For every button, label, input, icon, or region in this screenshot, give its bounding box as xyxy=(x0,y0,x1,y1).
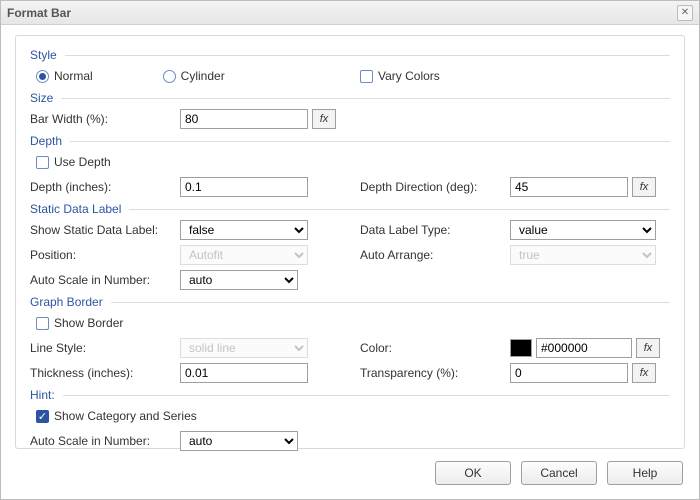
border-color-label: Color: xyxy=(360,341,510,355)
use-depth-checkbox[interactable]: Use Depth xyxy=(30,155,111,169)
thickness-input[interactable] xyxy=(180,363,308,383)
auto-arrange-label: Auto Arrange: xyxy=(360,248,510,262)
show-border-checkbox[interactable]: Show Border xyxy=(30,316,123,330)
color-swatch[interactable] xyxy=(510,339,532,357)
transparency-label: Transparency (%): xyxy=(360,366,510,380)
checkbox-icon xyxy=(36,156,49,169)
window-title: Format Bar xyxy=(7,6,71,20)
transparency-input[interactable] xyxy=(510,363,628,383)
checkbox-icon xyxy=(360,70,373,83)
dialog-footer: OK Cancel Help xyxy=(1,455,699,499)
position-select: Autofit xyxy=(180,245,308,265)
size-heading: Size xyxy=(30,91,670,105)
line-style-select: solid line xyxy=(180,338,308,358)
position-label: Position: xyxy=(30,248,180,262)
depth-direction-input[interactable] xyxy=(510,177,628,197)
graph-border-heading: Graph Border xyxy=(30,295,670,309)
data-label-type-select[interactable]: value xyxy=(510,220,656,240)
cancel-button[interactable]: Cancel xyxy=(521,461,597,485)
hint-autoscale-label: Auto Scale in Number: xyxy=(30,434,180,448)
style-cylinder-radio[interactable]: Cylinder xyxy=(163,69,225,83)
hint-heading: Hint: xyxy=(30,388,670,402)
border-color-input[interactable] xyxy=(536,338,632,358)
border-color-fx-button[interactable]: fx xyxy=(636,338,660,358)
style-normal-radio[interactable]: Normal xyxy=(36,69,93,83)
ok-button[interactable]: OK xyxy=(435,461,511,485)
show-category-series-checkbox[interactable]: ✓ Show Category and Series xyxy=(30,409,197,423)
static-data-label-heading: Static Data Label xyxy=(30,202,670,216)
line-style-label: Line Style: xyxy=(30,341,180,355)
auto-arrange-select: true xyxy=(510,245,656,265)
depth-input[interactable] xyxy=(180,177,308,197)
depth-direction-fx-button[interactable]: fx xyxy=(632,177,656,197)
checkbox-icon xyxy=(36,317,49,330)
sdl-autoscale-select[interactable]: auto xyxy=(180,270,298,290)
main-panel: Style Normal Cylinder Vary Co xyxy=(15,35,685,449)
bar-width-fx-button[interactable]: fx xyxy=(312,109,336,129)
data-label-type-label: Data Label Type: xyxy=(360,223,510,237)
show-static-data-label: Show Static Data Label: xyxy=(30,223,180,237)
style-heading: Style xyxy=(30,48,670,62)
hint-autoscale-select[interactable]: auto xyxy=(180,431,298,451)
checkbox-icon: ✓ xyxy=(36,410,49,423)
help-button[interactable]: Help xyxy=(607,461,683,485)
dialog-body: Style Normal Cylinder Vary Co xyxy=(1,25,699,455)
thickness-label: Thickness (inches): xyxy=(30,366,180,380)
radio-icon xyxy=(36,70,49,83)
transparency-fx-button[interactable]: fx xyxy=(632,363,656,383)
sdl-autoscale-label: Auto Scale in Number: xyxy=(30,273,180,287)
depth-label: Depth (inches): xyxy=(30,180,180,194)
vary-colors-checkbox[interactable]: Vary Colors xyxy=(360,69,440,83)
titlebar: Format Bar ✕ xyxy=(1,1,699,25)
format-bar-dialog: Format Bar ✕ Style Normal Cylinder xyxy=(0,0,700,500)
close-icon[interactable]: ✕ xyxy=(677,5,693,21)
show-static-data-select[interactable]: false xyxy=(180,220,308,240)
radio-icon xyxy=(163,70,176,83)
bar-width-input[interactable] xyxy=(180,109,308,129)
bar-width-label: Bar Width (%): xyxy=(30,112,180,126)
depth-heading: Depth xyxy=(30,134,670,148)
depth-direction-label: Depth Direction (deg): xyxy=(360,180,510,194)
